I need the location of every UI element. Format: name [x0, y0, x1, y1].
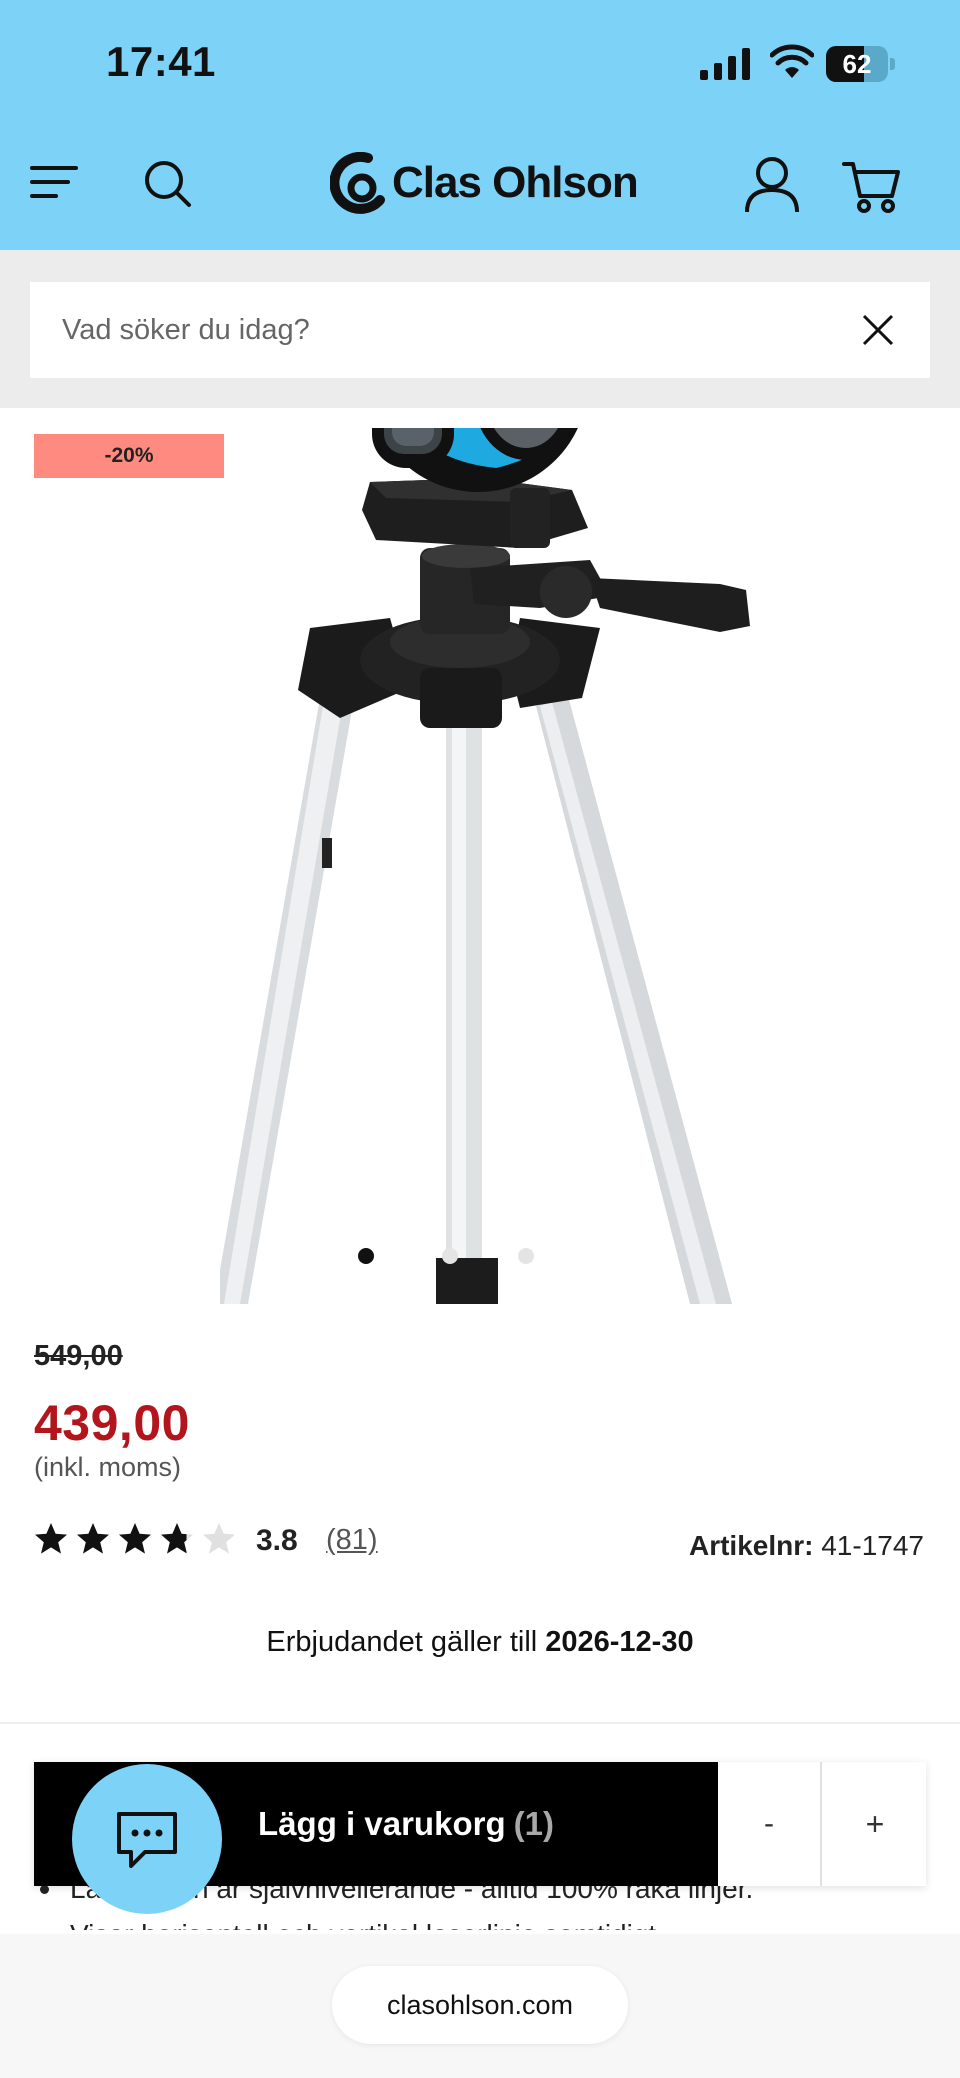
product-rating[interactable]: 3.8 (81) [34, 1518, 434, 1562]
offer-text: Erbjudandet gäller till [266, 1626, 538, 1658]
cart-icon[interactable] [842, 160, 900, 214]
increase-quantity-button[interactable]: + [824, 1762, 926, 1886]
sale-price: 439,00 [34, 1395, 190, 1451]
cart-quantity: (1) [513, 1805, 554, 1842]
review-count-link[interactable]: (81) [326, 1524, 378, 1557]
rating-stars-icon [35, 1523, 234, 1554]
search-box [30, 282, 930, 378]
battery-level: 62 [842, 49, 872, 79]
product-image-carousel[interactable]: -20% [0, 408, 960, 1304]
chat-icon [117, 1812, 177, 1868]
carousel-dot[interactable] [442, 1248, 458, 1264]
cellular-signal-icon [700, 48, 750, 80]
vat-note: (inkl. moms) [34, 1452, 181, 1482]
account-icon[interactable] [744, 156, 800, 214]
carousel-dot[interactable] [358, 1248, 374, 1264]
close-icon[interactable] [862, 314, 894, 346]
header: 17:41 62 Clas Ohlson [0, 0, 960, 250]
carousel-dots [358, 1248, 558, 1268]
carousel-dot[interactable] [518, 1248, 534, 1264]
discount-badge: -20% [34, 434, 224, 478]
search-icon[interactable] [142, 158, 192, 208]
rating-value: 3.8 [256, 1524, 298, 1557]
chat-button[interactable] [72, 1764, 222, 1914]
brand-logo[interactable]: Clas Ohlson [330, 148, 640, 218]
menu-icon[interactable] [30, 162, 80, 202]
search-band [0, 250, 960, 408]
browser-url-bar[interactable]: clasohlson.com [332, 1966, 628, 2044]
status-time: 17:41 [106, 38, 216, 85]
article-number: Artikelnr: 41-1747 [689, 1530, 924, 1562]
decrease-quantity-button[interactable]: - [718, 1762, 822, 1886]
page: 17:41 62 Clas Ohlson Vad söker du idag? … [0, 0, 960, 2078]
article-number-label: Artikelnr: [688, 1530, 814, 1561]
add-to-cart-label: Lägg i varukorg [258, 1805, 506, 1842]
article-number-value: 41-1747 [821, 1530, 924, 1561]
divider [0, 1722, 960, 1724]
offer-validity: Erbjudandet gäller till 2026-12-30 [0, 1626, 960, 1659]
brand-name: Clas Ohlson [392, 158, 639, 207]
description-bullet: Visar horisontell och vertikal laserlinj… [34, 1912, 934, 1930]
offer-date: 2026-12-30 [545, 1626, 694, 1658]
clas-ohlson-logo-icon [330, 152, 385, 214]
search-input[interactable] [62, 282, 822, 378]
old-price: 549,00 [34, 1340, 123, 1372]
wifi-icon [770, 44, 814, 78]
product-image [220, 428, 750, 1304]
battery-icon: 62 [826, 46, 896, 82]
